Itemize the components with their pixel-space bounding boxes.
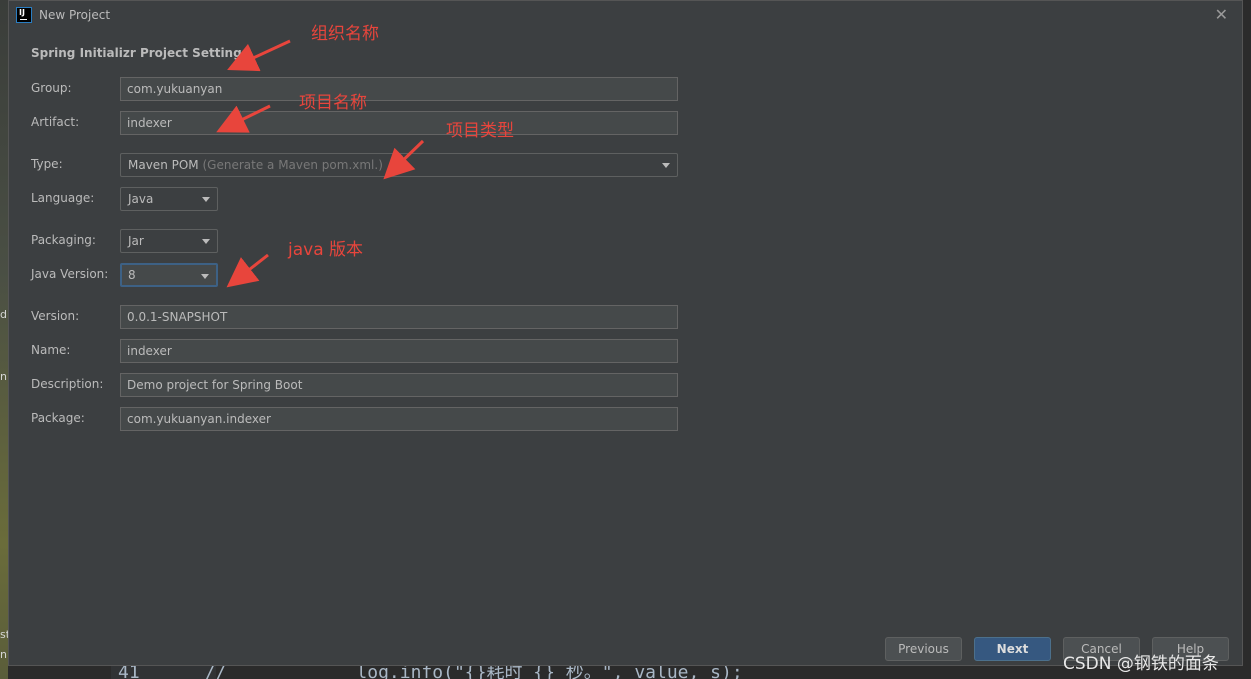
annotation-java-version: java 版本 <box>288 240 364 260</box>
watermark: CSDN @钢铁的面条 <box>1063 654 1219 674</box>
annotation-arrow-type <box>383 139 425 180</box>
annotation-group-name: 组织名称 <box>311 24 379 44</box>
annotation-project-type: 项目类型 <box>446 121 514 141</box>
annotation-arrow-group <box>227 39 291 72</box>
annotation-arrow-artifact <box>216 104 271 133</box>
annotation-project-name: 项目名称 <box>299 93 367 113</box>
annotation-arrows <box>216 39 425 288</box>
annotation-arrow-java-version <box>226 253 269 288</box>
